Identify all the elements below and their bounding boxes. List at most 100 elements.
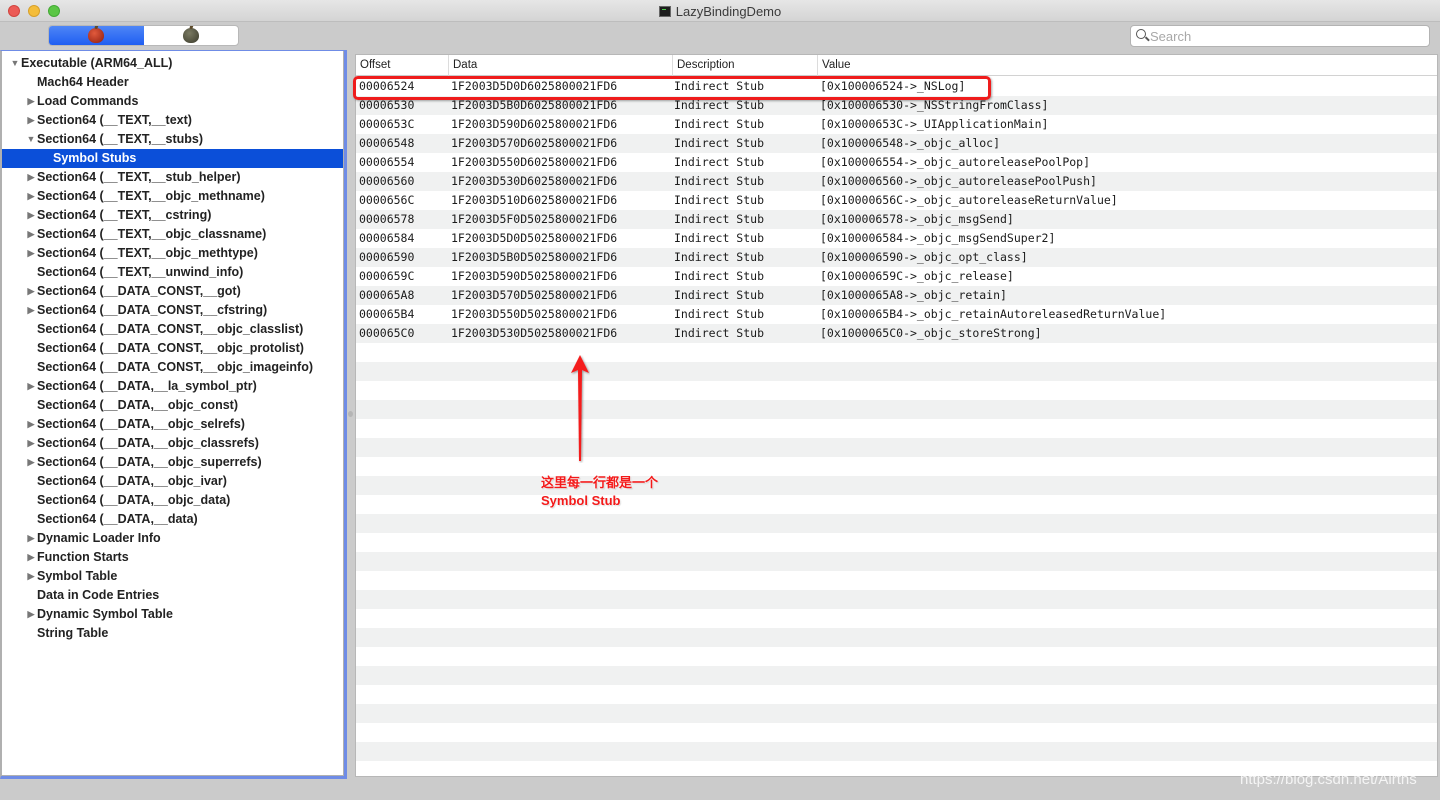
- empty-row-stripe: [356, 457, 1437, 476]
- sidebar-item[interactable]: ▶ Function Starts: [2, 548, 343, 567]
- sidebar-item[interactable]: ▶ Dynamic Symbol Table: [2, 605, 343, 624]
- split-view-divider[interactable]: [347, 50, 355, 779]
- sidebar-item[interactable]: ▶ Section64 (__TEXT,__stub_helper): [2, 168, 343, 187]
- table-row[interactable]: 0000656C 1F2003D510D6025800021FD6 Indirect…: [356, 191, 1437, 210]
- sidebar-item[interactable]: ▶ Section64 (__DATA_CONST,__cfstring): [2, 301, 343, 320]
- sidebar-item-label: String Table: [37, 626, 109, 640]
- cell-value: [0x10000659C->_objc_release]: [820, 269, 1014, 283]
- sidebar-item[interactable]: ▼ Section64 (__TEXT,__stubs): [2, 130, 343, 149]
- divider-handle-icon[interactable]: [348, 411, 353, 417]
- disclosure-expanded-icon[interactable]: ▼: [26, 130, 36, 149]
- sidebar-item[interactable]: Section64 (__TEXT,__unwind_info): [2, 263, 343, 282]
- table-row[interactable]: 000065C0 1F2003D530D5025800021FD6 Indirect…: [356, 324, 1437, 343]
- table-row[interactable]: 00006560 1F2003D530D6025800021FD6 Indirect…: [356, 172, 1437, 191]
- sidebar-item[interactable]: Section64 (__DATA_CONST,__objc_imageinfo…: [2, 358, 343, 377]
- empty-row-stripe: [356, 590, 1437, 609]
- sidebar-item[interactable]: Data in Code Entries: [2, 586, 343, 605]
- disclosure-collapsed-icon[interactable]: ▶: [26, 377, 36, 396]
- cell-value: [0x1000065A8->_objc_retain]: [820, 288, 1007, 302]
- segment-rva-view[interactable]: [144, 26, 239, 45]
- column-header-value[interactable]: Value: [817, 55, 1437, 76]
- disclosure-collapsed-icon[interactable]: ▶: [26, 548, 36, 567]
- sidebar-item-label: Section64 (__DATA_CONST,__objc_imageinfo…: [37, 360, 313, 374]
- sidebar-item[interactable]: Section64 (__DATA,__objc_data): [2, 491, 343, 510]
- sidebar-outline[interactable]: ▼ Executable (ARM64_ALL) Mach64 Header ▶ Loa…: [0, 50, 347, 779]
- cell-value: [0x10000653C->_UIApplicationMain]: [820, 117, 1049, 131]
- title-bar[interactable]: LazyBindingDemo: [0, 0, 1440, 22]
- empty-row-stripe: [356, 609, 1437, 628]
- sidebar-item[interactable]: Section64 (__DATA,__data): [2, 510, 343, 529]
- watermark: https://blog.csdn.net/Airths: [1240, 771, 1417, 788]
- disclosure-expanded-icon[interactable]: ▼: [10, 54, 20, 73]
- disclosure-collapsed-icon[interactable]: ▶: [26, 168, 36, 187]
- cell-offset: 00006584: [359, 231, 415, 245]
- cell-data: 1F2003D550D6025800021FD6: [451, 155, 618, 169]
- cell-value: [0x100006560->_objc_autoreleasePoolPush]: [820, 174, 1097, 188]
- empty-row-stripe: [356, 419, 1437, 438]
- sidebar-item[interactable]: ▶ Section64 (__DATA,__objc_classrefs): [2, 434, 343, 453]
- sidebar-item[interactable]: ▶ Section64 (__TEXT,__objc_classname): [2, 225, 343, 244]
- sidebar-item-label: Section64 (__DATA_CONST,__objc_protolist…: [37, 341, 304, 355]
- table-row[interactable]: 0000653C 1F2003D590D6025800021FD6 Indirect…: [356, 115, 1437, 134]
- disclosure-collapsed-icon[interactable]: ▶: [26, 415, 36, 434]
- disclosure-collapsed-icon[interactable]: ▶: [26, 434, 36, 453]
- disclosure-collapsed-icon[interactable]: ▶: [26, 111, 36, 130]
- search-field[interactable]: [1130, 25, 1430, 47]
- table-row[interactable]: 00006578 1F2003D5F0D5025800021FD6 Indirect…: [356, 210, 1437, 229]
- disclosure-collapsed-icon[interactable]: ▶: [26, 206, 36, 225]
- sidebar-item[interactable]: ▶ Section64 (__TEXT,__objc_methname): [2, 187, 343, 206]
- cell-offset: 0000659C: [359, 269, 415, 283]
- sidebar-item[interactable]: ▶ Section64 (__DATA,__objc_superrefs): [2, 453, 343, 472]
- sidebar-item-label: Symbol Stubs: [53, 151, 137, 165]
- disclosure-collapsed-icon[interactable]: ▶: [26, 187, 36, 206]
- disclosure-collapsed-icon[interactable]: ▶: [26, 225, 36, 244]
- table-row[interactable]: 000065A8 1F2003D570D5025800021FD6 Indirect…: [356, 286, 1437, 305]
- sidebar-item[interactable]: ▶ Dynamic Loader Info: [2, 529, 343, 548]
- sidebar-item[interactable]: ▶ Section64 (__TEXT,__cstring): [2, 206, 343, 225]
- cell-description: Indirect Stub: [674, 212, 765, 226]
- search-input[interactable]: [1150, 27, 1420, 45]
- disclosure-collapsed-icon[interactable]: ▶: [26, 301, 36, 320]
- sidebar-item[interactable]: Symbol Stubs: [2, 149, 343, 168]
- sidebar-item[interactable]: ▶ Section64 (__TEXT,__objc_methtype): [2, 244, 343, 263]
- sidebar-item[interactable]: ▶ Symbol Table: [2, 567, 343, 586]
- disclosure-collapsed-icon[interactable]: ▶: [26, 605, 36, 624]
- column-header-offset[interactable]: Offset: [356, 55, 448, 76]
- sidebar-item[interactable]: Section64 (__DATA_CONST,__objc_protolist…: [2, 339, 343, 358]
- disclosure-collapsed-icon[interactable]: ▶: [26, 244, 36, 263]
- segment-raw-view[interactable]: [49, 26, 144, 45]
- table-row[interactable]: 00006554 1F2003D550D6025800021FD6 Indirect…: [356, 153, 1437, 172]
- sidebar-item[interactable]: Section64 (__DATA,__objc_const): [2, 396, 343, 415]
- sidebar-item[interactable]: Section64 (__DATA,__objc_ivar): [2, 472, 343, 491]
- view-mode-segmented-control[interactable]: [48, 25, 239, 46]
- table-row[interactable]: 000065B4 1F2003D550D5025800021FD6 Indirect…: [356, 305, 1437, 324]
- empty-row-stripe: [356, 400, 1437, 419]
- sidebar-item[interactable]: ▶ Section64 (__DATA_CONST,__got): [2, 282, 343, 301]
- sidebar-item[interactable]: Mach64 Header: [2, 73, 343, 92]
- cell-description: Indirect Stub: [674, 288, 765, 302]
- table-row[interactable]: 0000659C 1F2003D590D5025800021FD6 Indirect…: [356, 267, 1437, 286]
- sidebar-item[interactable]: Section64 (__DATA_CONST,__objc_classlist…: [2, 320, 343, 339]
- disclosure-collapsed-icon[interactable]: ▶: [26, 282, 36, 301]
- column-header-description[interactable]: Description: [672, 55, 817, 76]
- disclosure-collapsed-icon[interactable]: ▶: [26, 529, 36, 548]
- disclosure-collapsed-icon[interactable]: ▶: [26, 453, 36, 472]
- sidebar-item[interactable]: String Table: [2, 624, 343, 643]
- sidebar-item[interactable]: ▶ Load Commands: [2, 92, 343, 111]
- table-row[interactable]: 00006590 1F2003D5B0D5025800021FD6 Indirect…: [356, 248, 1437, 267]
- cell-value: [0x100006590->_objc_opt_class]: [820, 250, 1028, 264]
- empty-row-stripe: [356, 666, 1437, 685]
- table-row[interactable]: 00006548 1F2003D570D6025800021FD6 Indirect…: [356, 134, 1437, 153]
- sidebar-item[interactable]: ▶ Section64 (__DATA,__la_symbol_ptr): [2, 377, 343, 396]
- sidebar-item-label: Section64 (__DATA_CONST,__objc_classlist…: [37, 322, 304, 336]
- table-row[interactable]: 00006584 1F2003D5D0D5025800021FD6 Indirect…: [356, 229, 1437, 248]
- sidebar-item-label: Load Commands: [37, 94, 139, 108]
- column-header-data[interactable]: Data: [448, 55, 672, 76]
- sidebar-item[interactable]: ▶ Section64 (__TEXT,__text): [2, 111, 343, 130]
- disclosure-collapsed-icon[interactable]: ▶: [26, 567, 36, 586]
- disclosure-collapsed-icon[interactable]: ▶: [26, 92, 36, 111]
- sidebar-item[interactable]: ▶ Section64 (__DATA,__objc_selrefs): [2, 415, 343, 434]
- sidebar-item[interactable]: ▼ Executable (ARM64_ALL): [2, 54, 343, 73]
- cell-offset: 000065B4: [359, 307, 415, 321]
- sidebar-item-label: Section64 (__DATA,__la_symbol_ptr): [37, 379, 257, 393]
